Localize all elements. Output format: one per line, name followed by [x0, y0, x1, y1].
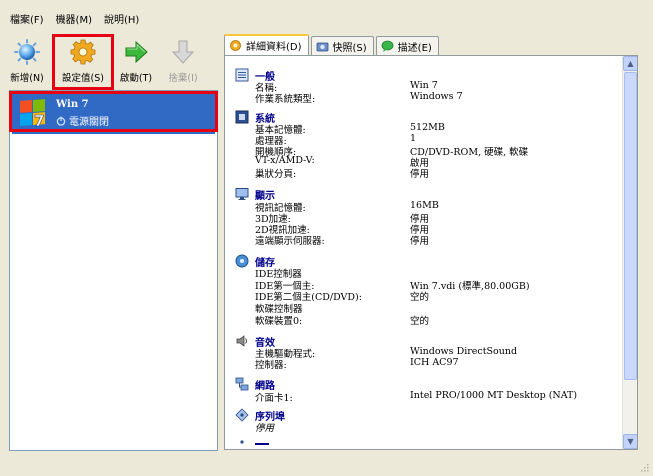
tab-description[interactable]: 描述(E) — [375, 36, 439, 55]
usb-icon — [240, 440, 244, 444]
start-button[interactable]: 啟動(T) — [109, 36, 163, 90]
vm-state: 電源關閉 — [56, 113, 109, 128]
vm-list: 7 Win 7 電源關閉 — [9, 90, 218, 451]
storage-disk-icon — [235, 254, 249, 268]
menu-help[interactable]: 說明(H) — [92, 12, 139, 30]
gear-icon — [70, 39, 96, 65]
start-arrow-icon — [125, 40, 148, 64]
serial-port-icon — [235, 408, 249, 422]
tab-details[interactable]: 詳細資料(D) — [224, 34, 309, 55]
vm-state-label: 電源關閉 — [69, 117, 109, 128]
speech-bubble-icon — [381, 40, 394, 52]
start-button-label: 啟動(T) — [119, 73, 153, 84]
tab-snapshots[interactable]: 快照(S) — [310, 36, 374, 55]
new-button[interactable]: 新增(N) — [0, 36, 54, 90]
status-bar — [0, 456, 653, 476]
tab-description-label: 描述(E) — [397, 42, 432, 54]
menu-file[interactable]: 檔案(F) — [0, 12, 44, 30]
network-icon — [235, 377, 249, 391]
gear-icon — [230, 40, 241, 51]
menu-bar: 檔案(F) 機器(M) 說明(H) — [0, 12, 139, 30]
toolbar: 新增(N) 設定值(S) 啟動(T) 捨棄(I) — [6, 34, 211, 92]
vm-list-item[interactable]: 7 Win 7 電源關閉 — [12, 94, 215, 134]
speaker-icon — [236, 335, 247, 347]
resize-grip-icon[interactable] — [639, 462, 649, 472]
detail-tabs: 詳細資料(D) 快照(S) 描述(E) — [224, 34, 441, 56]
menu-machine[interactable]: 機器(M) — [44, 12, 92, 30]
discard-button-label: 捨棄(I) — [168, 73, 198, 84]
section-next-partial-title — [255, 437, 269, 448]
settings-button[interactable]: 設定值(S) — [56, 36, 110, 90]
settings-button-label: 設定值(S) — [62, 73, 104, 84]
new-button-label: 新增(N) — [10, 73, 44, 84]
tab-snapshots-label: 快照(S) — [332, 42, 367, 54]
new-vm-icon — [14, 39, 40, 65]
details-panel: 一般 名稱: Win 7 作業系統類型: Windows 7 系統 基本記憶體: 51… — [224, 55, 638, 450]
power-off-icon — [56, 116, 66, 126]
general-icon — [235, 68, 249, 82]
scroll-down-button[interactable]: ▼ — [623, 434, 637, 449]
system-chip-icon — [235, 110, 249, 124]
svg-text:7: 7 — [34, 112, 44, 129]
windows7-logo-icon: 7 — [20, 99, 45, 129]
monitor-icon — [235, 188, 249, 200]
discard-arrow-icon — [171, 40, 195, 64]
camera-icon — [316, 42, 328, 51]
vm-name: Win 7 — [56, 99, 89, 110]
discard-button[interactable]: 捨棄(I) — [156, 36, 210, 90]
tab-details-label: 詳細資料(D) — [246, 42, 302, 53]
scroll-up-button[interactable]: ▲ — [623, 56, 637, 71]
scroll-thumb[interactable] — [624, 72, 637, 380]
vertical-scrollbar[interactable]: ▲ ▼ — [622, 56, 637, 449]
